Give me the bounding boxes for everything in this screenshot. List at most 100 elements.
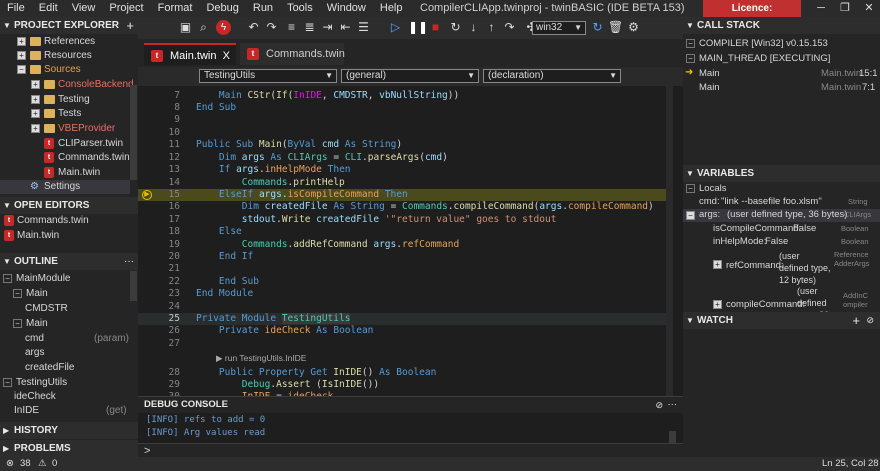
collapse-icon[interactable]: −	[17, 65, 26, 74]
tree-item-sources[interactable]: − Sources	[0, 63, 130, 77]
step-over-icon[interactable]: ↷	[502, 20, 517, 35]
editor-scrollbar[interactable]	[666, 86, 673, 396]
tree-item-testing[interactable]: + Testing	[0, 93, 130, 107]
save-all-icon[interactable]: ▣	[178, 20, 193, 35]
menu-item-format[interactable]: Format	[151, 0, 200, 17]
refresh-icon[interactable]: ↻	[590, 20, 605, 35]
menu-item-debug[interactable]: Debug	[199, 0, 245, 17]
outline-item[interactable]: − Main	[0, 287, 130, 301]
menu-item-tools[interactable]: Tools	[280, 0, 320, 17]
uncomment-icon[interactable]: ≣	[302, 20, 317, 35]
tree-item-references[interactable]: + References	[0, 35, 130, 49]
outline-item[interactable]: cmd (param)	[0, 332, 130, 346]
restart-icon[interactable]: ↻	[448, 20, 463, 35]
tree-item-resources[interactable]: + Resources	[0, 49, 130, 63]
more-icon[interactable]: ···	[124, 253, 134, 270]
step-out-icon[interactable]: ↑	[484, 20, 499, 35]
tab-commands[interactable]: t Commands.twin	[240, 43, 345, 65]
variables-header[interactable]: ▼ VARIABLES	[683, 165, 880, 182]
collapse-icon[interactable]: −	[3, 274, 12, 283]
collapse-icon[interactable]: −	[686, 39, 695, 48]
menu-item-edit[interactable]: Edit	[32, 0, 65, 17]
clear-icon[interactable]: ⊘	[655, 397, 663, 413]
procedure-select[interactable]: (declaration) ▼	[483, 69, 621, 83]
console-scrollbar[interactable]	[669, 431, 676, 443]
tree-item-tests[interactable]: + Tests	[0, 107, 130, 121]
add-icon[interactable]: +	[126, 17, 134, 34]
expand-icon[interactable]: +	[17, 51, 26, 60]
outdent-icon[interactable]: ⇤	[338, 20, 353, 35]
outline-item[interactable]: − TestingUtils	[0, 376, 130, 390]
build-icon[interactable]: ϟ	[216, 20, 231, 35]
variable-row[interactable]: + compileCommand: (user defined type, 20…	[683, 285, 880, 312]
expand-icon[interactable]: +	[17, 37, 26, 46]
call-stack-header[interactable]: ▼ CALL STACK	[683, 17, 880, 34]
history-header[interactable]: ▶ HISTORY	[0, 422, 138, 439]
expand-icon[interactable]: +	[31, 95, 40, 104]
warning-count[interactable]: 0	[52, 457, 57, 471]
codelens-run[interactable]: ▶ run TestingUtils.InIDE	[216, 353, 306, 364]
expand-icon[interactable]: +	[31, 109, 40, 118]
outline-item[interactable]: createdFile	[0, 361, 130, 375]
format-icon[interactable]: ☰	[356, 20, 371, 35]
platform-select[interactable]: win32 ▼	[532, 21, 586, 35]
minimize-button[interactable]: ─	[808, 0, 834, 17]
outline-item[interactable]: InIDE (get)	[0, 404, 130, 418]
variable-row[interactable]: isCompileCommand: False Boolean	[683, 223, 880, 236]
project-explorer-header[interactable]: ▼ PROJECT EXPLORER +	[0, 17, 138, 34]
variable-row[interactable]: − args: (user defined type, 36 bytes) CL…	[683, 209, 880, 222]
tree-item-vbeprovider[interactable]: + VBEProvider	[0, 122, 130, 136]
settings-icon[interactable]: ⚙	[626, 20, 641, 35]
outline-item[interactable]: − MainModule	[0, 272, 130, 286]
tree-item-settings[interactable]: ⚙ Settings	[0, 180, 130, 194]
collapse-icon[interactable]: −	[686, 184, 695, 193]
error-icon[interactable]: ⊗	[6, 457, 14, 471]
warning-icon[interactable]: ⚠	[38, 457, 47, 471]
expand-icon[interactable]: +	[713, 260, 722, 269]
close-icon[interactable]: X	[223, 45, 230, 67]
menu-item-file[interactable]: File	[0, 0, 32, 17]
expand-icon[interactable]: +	[713, 300, 722, 309]
console-input[interactable]: >	[138, 443, 683, 458]
open-editor-main[interactable]: t Main.twin	[0, 229, 138, 243]
tree-item-commands[interactable]: t Commands.twin	[0, 151, 130, 165]
collapse-icon[interactable]: −	[686, 211, 695, 220]
collapse-icon[interactable]: −	[686, 54, 695, 63]
variable-row[interactable]: inHelpMode: False Boolean	[683, 236, 880, 249]
expand-icon[interactable]: +	[31, 124, 40, 133]
callstack-frame[interactable]: Main Main.twin 7:1	[683, 81, 875, 95]
menu-item-window[interactable]: Window	[320, 0, 373, 17]
collapse-icon[interactable]: −	[3, 378, 12, 387]
menu-item-view[interactable]: View	[65, 0, 103, 17]
more-icon[interactable]: ···	[668, 397, 678, 413]
collapse-icon[interactable]: −	[13, 289, 22, 298]
variable-row[interactable]: cmd: "link --basefile foo.xlsm" String	[683, 196, 880, 209]
callstack-frame[interactable]: ➜ Main Main.twin 15:1	[683, 67, 878, 81]
explorer-scrollbar[interactable]	[130, 85, 137, 180]
collapse-icon[interactable]: −	[13, 319, 22, 328]
code-editor[interactable]: ▶ 7 8 9 10 11 12 13 14 15 16 17 18 19 20 21 22 23 24 25 26 2…	[138, 86, 673, 396]
undo-icon[interactable]: ↶	[246, 20, 261, 35]
tree-item-consolebackend[interactable]: + ConsoleBackend	[0, 78, 134, 92]
expand-icon[interactable]: +	[31, 80, 40, 89]
indent-icon[interactable]: ⇥	[320, 20, 335, 35]
module-select[interactable]: TestingUtils ▼	[199, 69, 337, 83]
open-editor-commands[interactable]: t Commands.twin	[0, 214, 138, 228]
clear-watch-icon[interactable]: ⊘	[866, 312, 874, 329]
tab-main[interactable]: t Main.twin X	[144, 43, 236, 65]
delete-icon[interactable]: 🗑	[608, 20, 623, 35]
search-icon[interactable]: ⌕	[196, 20, 211, 35]
outline-item[interactable]: CMDSTR	[0, 302, 130, 316]
add-watch-icon[interactable]: +	[852, 312, 860, 329]
step-into-icon[interactable]: ↓	[466, 20, 481, 35]
run-icon[interactable]: ▷	[388, 20, 403, 35]
close-button[interactable]: ✕	[856, 0, 880, 17]
menu-item-help[interactable]: Help	[373, 0, 410, 17]
outline-scrollbar[interactable]	[130, 271, 137, 301]
restore-button[interactable]: ❐	[832, 0, 858, 17]
pause-icon[interactable]: ❚❚	[408, 20, 428, 35]
object-select[interactable]: (general) ▼	[341, 69, 479, 83]
redo-icon[interactable]: ↷	[264, 20, 279, 35]
tree-item-main[interactable]: t Main.twin	[0, 166, 130, 180]
outline-item[interactable]: ideCheck	[0, 390, 130, 404]
